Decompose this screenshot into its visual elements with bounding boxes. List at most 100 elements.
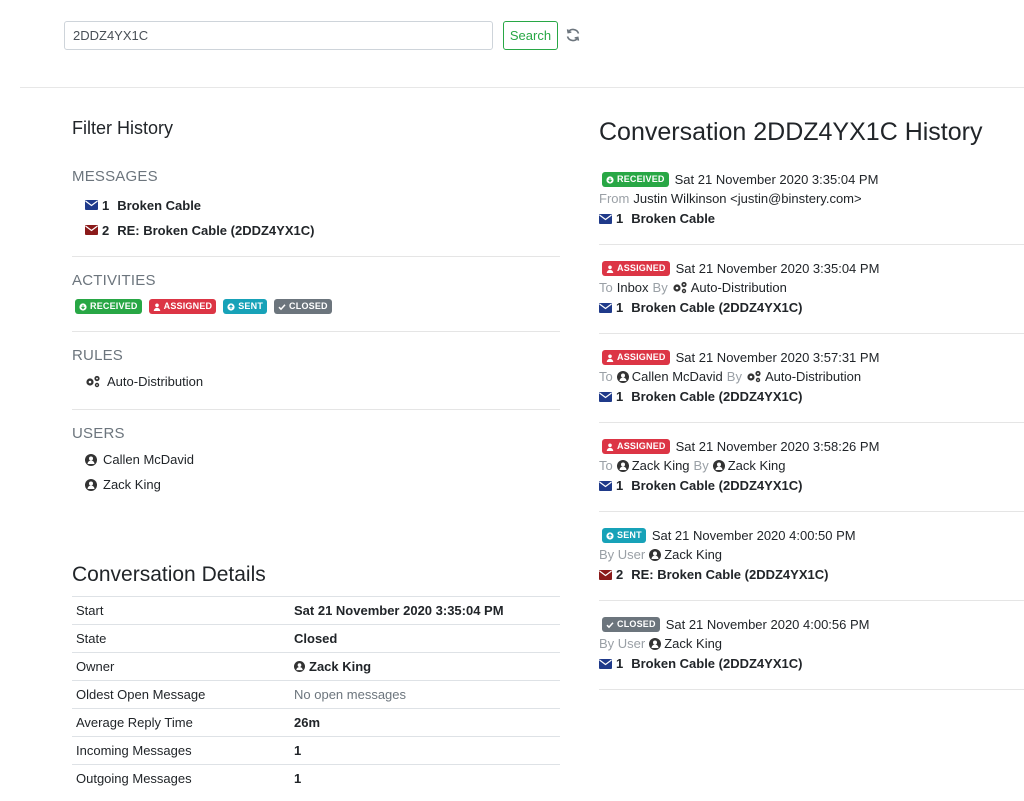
event-target[interactable]: Zack King: [649, 547, 722, 562]
status-badge[interactable]: CLOSED: [602, 617, 660, 632]
event-target[interactable]: Callen McDavid: [616, 369, 723, 384]
event-actor[interactable]: Zack King: [712, 458, 786, 473]
event-message-link[interactable]: 1 Broken Cable (2DDZ4YX1C): [599, 389, 802, 404]
filter-message-item[interactable]: 1 Broken Cable: [85, 196, 201, 214]
event-divider: [599, 600, 1024, 601]
event-header: ASSIGNED Sat 21 November 2020 3:35:04 PM: [602, 261, 879, 276]
event-time: Sat 21 November 2020 3:35:04 PM: [675, 261, 880, 276]
message-subject: Broken Cable (2DDZ4YX1C): [631, 300, 803, 315]
details-table: Start Sat 21 November 2020 3:35:04 PM Sta…: [72, 596, 560, 792]
event-divider: [599, 422, 1024, 423]
table-row: Oldest Open Message No open messages: [72, 680, 560, 709]
message-subject: Broken Cable (2DDZ4YX1C): [631, 656, 803, 671]
envelope-icon: [599, 480, 612, 491]
event-detail: From Justin Wilkinson <justin@binstery.co…: [599, 191, 866, 206]
event-message-link[interactable]: 1 Broken Cable (2DDZ4YX1C): [599, 656, 802, 671]
event-header: ASSIGNED Sat 21 November 2020 3:58:26 PM: [602, 439, 879, 454]
arrow-circle-icon: [606, 531, 614, 540]
status-badge[interactable]: SENT: [602, 528, 646, 543]
event-detail: To Callen McDavid By Auto-Distribution: [599, 369, 865, 384]
message-number: 1: [616, 656, 624, 671]
event-time: Sat 21 November 2020 3:58:26 PM: [675, 439, 880, 454]
event-time: Sat 21 November 2020 4:00:56 PM: [665, 617, 870, 632]
status-badge[interactable]: ASSIGNED: [602, 261, 670, 276]
status-badge[interactable]: ASSIGNED: [602, 350, 670, 365]
rule-item[interactable]: Auto-Distribution: [85, 374, 203, 389]
messages-section-title: MESSAGES: [72, 168, 158, 185]
event-divider: [599, 333, 1024, 334]
event-header: CLOSED Sat 21 November 2020 4:00:56 PM: [602, 617, 870, 632]
details-title: Conversation Details: [72, 563, 266, 586]
user-circle-icon: [616, 459, 629, 472]
event-divider: [599, 511, 1024, 512]
message-number: 1: [616, 300, 624, 315]
event-detail: To Zack King By Zack King: [599, 458, 790, 473]
top-divider: [20, 87, 1024, 88]
user-item[interactable]: Callen McDavid: [85, 452, 194, 467]
event-label: By: [652, 280, 668, 295]
filter-title: Filter History: [72, 118, 174, 138]
table-row: Owner Zack King: [72, 652, 560, 681]
table-row: Incoming Messages 1: [72, 736, 560, 765]
event-detail: To Inbox By Auto-Distribution: [599, 280, 791, 295]
user-circle-icon: [294, 661, 305, 672]
arrow-circle-icon: [227, 302, 235, 311]
refresh-icon[interactable]: [565, 27, 581, 43]
envelope-icon: [85, 200, 98, 210]
event-target[interactable]: Justin Wilkinson <justin@binstery.com>: [633, 191, 861, 206]
user-circle-icon: [85, 453, 97, 466]
arrow-circle-icon: [79, 302, 87, 311]
user-circle-icon: [712, 459, 725, 472]
event-message-link[interactable]: 1 Broken Cable: [599, 211, 715, 226]
owner-name: Zack King: [309, 659, 372, 674]
check-icon: [278, 303, 286, 310]
event-label: By: [693, 458, 709, 473]
event-message-link[interactable]: 1 Broken Cable (2DDZ4YX1C): [599, 300, 802, 315]
event-divider: [599, 244, 1024, 245]
badge-closed[interactable]: CLOSED: [274, 299, 332, 314]
status-badge[interactable]: RECEIVED: [602, 172, 669, 187]
badge-assigned[interactable]: ASSIGNED: [148, 299, 217, 314]
event-target[interactable]: Inbox: [617, 280, 649, 295]
event-header: RECEIVED Sat 21 November 2020 3:35:04 PM: [602, 172, 878, 187]
event-label: By User: [599, 547, 646, 562]
user-item[interactable]: Zack King: [85, 477, 161, 492]
event-time: Sat 21 November 2020 3:57:31 PM: [675, 350, 880, 365]
user-icon: [606, 354, 614, 362]
history-title: Conversation 2DDZ4YX1C History: [599, 118, 983, 146]
activities-section-title: ACTIVITIES: [72, 272, 156, 289]
cogs-icon: [747, 370, 761, 383]
activity-badges: RECEIVED ASSIGNED SENT CLOSED: [75, 299, 332, 314]
badge-sent[interactable]: SENT: [223, 299, 268, 314]
event-target[interactable]: Zack King: [649, 636, 722, 651]
table-row: Start Sat 21 November 2020 3:35:04 PM: [72, 596, 560, 625]
event-label: By: [726, 369, 742, 384]
user-icon: [606, 265, 614, 273]
filter-message-item[interactable]: 2 RE: Broken Cable (2DDZ4YX1C): [85, 221, 314, 239]
badge-received[interactable]: RECEIVED: [75, 299, 142, 314]
message-number: 1: [102, 197, 110, 213]
event-label: From: [599, 191, 630, 206]
event-actor[interactable]: Auto-Distribution: [746, 369, 861, 384]
event-time: Sat 21 November 2020 3:35:04 PM: [674, 172, 879, 187]
search-button[interactable]: Search: [503, 21, 558, 50]
event-message-link[interactable]: 1 Broken Cable (2DDZ4YX1C): [599, 478, 802, 493]
event-detail: By User Zack King: [599, 636, 726, 651]
message-subject: Broken Cable: [117, 197, 202, 213]
message-number: 1: [616, 478, 624, 493]
user-icon: [606, 443, 614, 451]
search-input[interactable]: [64, 21, 493, 50]
rules-section-title: RULES: [72, 347, 124, 364]
event-actor[interactable]: Auto-Distribution: [672, 280, 787, 295]
event-target[interactable]: Zack King: [616, 458, 690, 473]
arrow-circle-icon: [606, 175, 614, 184]
section-divider: [72, 256, 560, 257]
cogs-icon: [86, 375, 100, 388]
user-circle-icon: [85, 478, 97, 491]
event-divider: [599, 689, 1024, 690]
message-subject: Broken Cable: [631, 211, 716, 226]
user-circle-icon: [649, 637, 662, 650]
user-label: Callen McDavid: [103, 452, 195, 467]
event-message-link[interactable]: 2 RE: Broken Cable (2DDZ4YX1C): [599, 567, 828, 582]
status-badge[interactable]: ASSIGNED: [602, 439, 670, 454]
